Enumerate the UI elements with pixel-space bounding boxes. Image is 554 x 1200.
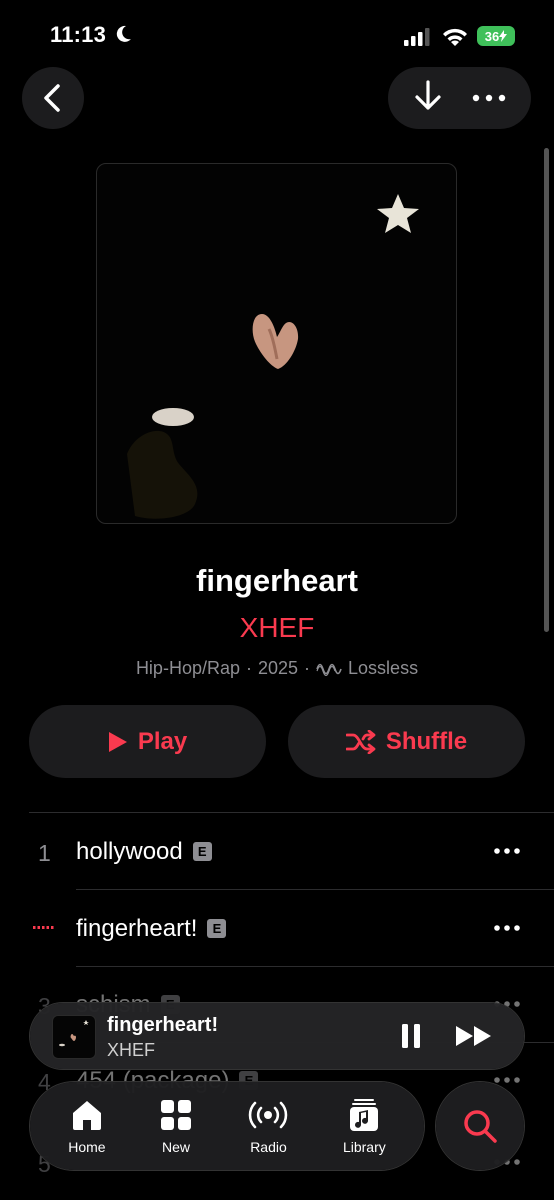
wifi-icon — [443, 28, 467, 46]
download-button[interactable] — [413, 79, 443, 118]
scrollbar[interactable] — [544, 148, 549, 632]
now-playing-artist: XHEF — [107, 1040, 156, 1060]
battery-level: 36 — [484, 28, 500, 44]
moon-icon — [116, 25, 131, 42]
track-more-icon[interactable] — [494, 924, 520, 932]
track-more-icon[interactable] — [494, 1076, 520, 1084]
tab-home[interactable]: Home — [68, 1097, 106, 1155]
search-icon — [464, 1110, 497, 1143]
search-button[interactable] — [436, 1082, 524, 1170]
more-options-button[interactable] — [472, 89, 506, 107]
now-playing-title: fingerheart! — [107, 1014, 219, 1036]
track-number: 1 — [38, 840, 51, 866]
album-artist-link[interactable]: XHEF — [0, 612, 554, 644]
track-row[interactable]: 1 hollywood E — [0, 814, 554, 890]
album-genre: Hip-Hop/Rap — [135, 658, 240, 678]
lossless-waveform-icon — [316, 663, 342, 676]
play-button[interactable]: Play — [29, 705, 266, 778]
status-time: 11:13 — [50, 22, 107, 47]
tab-label: Home — [68, 1139, 106, 1155]
album-metadata: Hip-Hop/Rap · 2025 · Lossless — [0, 658, 554, 679]
ellipsis-icon — [473, 94, 506, 102]
meta-separator: · — [304, 658, 311, 678]
album-year: 2025 — [257, 658, 299, 678]
album-title: fingerheart — [196, 563, 358, 598]
tab-new[interactable]: New — [158, 1097, 194, 1155]
tab-bar: Home New Radio Library — [30, 1082, 424, 1170]
play-icon — [108, 731, 127, 752]
album-artwork-image — [127, 194, 419, 519]
album-quality: Lossless — [348, 658, 419, 678]
mini-player[interactable]: fingerheart! XHEF — [30, 1003, 524, 1069]
tab-label: Radio — [250, 1139, 287, 1155]
track-more-icon[interactable] — [494, 847, 520, 855]
cellular-signal-icon — [404, 28, 430, 46]
home-icon — [72, 1101, 101, 1130]
shuffle-label: Shuffle — [385, 727, 468, 755]
mini-artwork-image — [59, 1020, 89, 1047]
library-icon — [350, 1099, 379, 1131]
tab-label: Library — [342, 1139, 386, 1155]
album-actions-pill — [388, 67, 531, 129]
chevron-left-icon — [44, 84, 60, 112]
divider — [29, 812, 554, 813]
grid-icon — [161, 1100, 192, 1130]
tab-library[interactable]: Library — [343, 1097, 386, 1155]
meta-separator: · — [245, 658, 252, 678]
battery-indicator: 36 — [477, 26, 515, 46]
forward-button[interactable] — [455, 1025, 493, 1047]
album-artwork — [96, 163, 457, 524]
play-label: Play — [137, 727, 188, 755]
shuffle-icon — [345, 729, 376, 754]
download-arrow-icon — [415, 79, 441, 110]
radio-icon — [249, 1101, 288, 1129]
charging-bolt-icon — [499, 30, 508, 42]
track-row-now-playing[interactable]: fingerheart! E — [0, 890, 554, 966]
back-button[interactable] — [22, 67, 84, 129]
explicit-badge: E — [207, 919, 227, 938]
mini-player-artwork — [52, 1015, 96, 1059]
tab-radio[interactable]: Radio — [246, 1097, 290, 1155]
pause-button[interactable] — [400, 1023, 422, 1049]
tab-label: New — [162, 1139, 191, 1155]
explicit-badge: E — [192, 842, 212, 861]
track-title: hollywood E — [76, 838, 212, 866]
track-title: fingerheart! E — [76, 915, 227, 943]
shuffle-button[interactable]: Shuffle — [288, 705, 525, 778]
now-playing-indicator-icon — [33, 926, 54, 929]
